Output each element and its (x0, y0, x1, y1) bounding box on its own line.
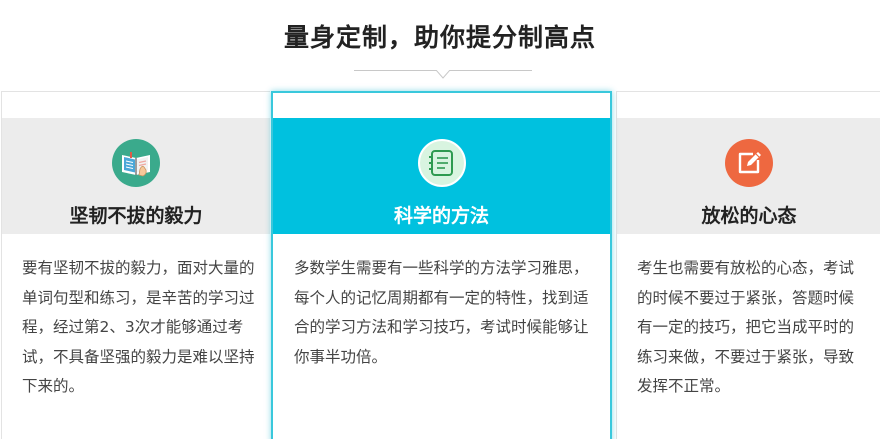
card-header: 科学的方法 (273, 118, 610, 234)
card-description: 多数学生需要有一些科学的方法学习雅思，每个人的记忆周期都有一定的特性，找到适合的… (294, 259, 589, 366)
card-description: 考生也需要有放松的心态，考试的时候不要过于紧张，答题时候有一定的技巧，把它当成平… (637, 259, 855, 395)
section-title: 量身定制，助你提分制高点 (283, 23, 596, 52)
feature-card-relaxed-mindset[interactable]: 放松的心态 考生也需要有放松的心态，考试的时候不要过于紧张，答题时候有一定的技巧… (616, 91, 880, 439)
notebook-icon (417, 139, 466, 187)
card-header: 坚韧不拔的毅力 (2, 118, 270, 234)
caret-down-icon (436, 70, 450, 79)
card-title: 放松的心态 (701, 205, 797, 227)
card-title: 坚韧不拔的毅力 (69, 205, 203, 227)
card-header: 放松的心态 (617, 118, 880, 234)
edit-pencil-icon (725, 139, 773, 187)
feature-card-scientific-method[interactable]: 科学的方法 多数学生需要有一些科学的方法学习雅思，每个人的记忆周期都有一定的特性… (271, 91, 612, 439)
card-description: 要有坚韧不拔的毅力，面对大量的单词句型和练习，是辛苦的学习过程，经过第2、3次才… (22, 259, 255, 395)
open-book-hand-icon (112, 139, 160, 187)
card-title: 科学的方法 (393, 205, 489, 227)
feature-card-perseverance[interactable]: 坚韧不拔的毅力 要有坚韧不拔的毅力，面对大量的单词句型和练习，是辛苦的学习过程，… (1, 91, 270, 439)
